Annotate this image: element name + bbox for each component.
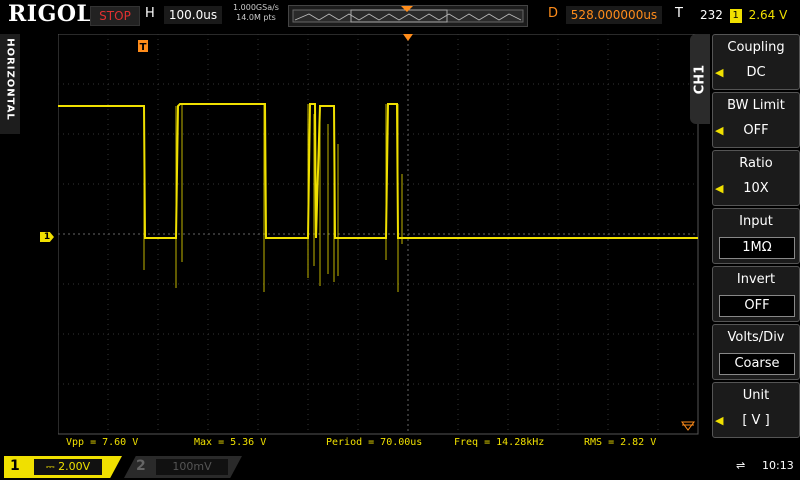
menu-bw-limit[interactable]: BW Limit ◀ OFF [712,92,800,148]
clock-time: 10:13 [762,459,794,472]
menu-input[interactable]: Input 1MΩ [712,208,800,264]
rigol-logo: RIGOL [8,1,93,27]
menu-input-title: Input [739,214,773,229]
memory-overview-graphic [292,6,524,23]
menu-unit[interactable]: Unit ◀ [ V ] [712,382,800,438]
memory-depth: 14.0M pts [236,13,276,22]
dc-coupling-icon: ⎓ [45,460,59,473]
measurement-freq[interactable]: Freq = 14.28kHz [454,437,544,448]
measurement-period[interactable]: Period = 70.00us [326,437,422,448]
ch1-ground-marker-label: 1 [43,232,51,242]
horizontal-tab-label: HORIZONTAL [4,38,16,121]
menu-coupling-title: Coupling [727,40,785,55]
menu-ratio-value: 10X [743,181,769,196]
horizontal-label: H [145,6,155,21]
menu-invert-value: OFF [719,295,795,317]
channel-menu: CH1 Coupling ◀ DC BW Limit ◀ OFF Ratio ◀… [690,34,800,442]
usb-icon: ⇌ [736,459,746,472]
acquisition-info: 1.000GSa/s 14.0M pts [228,3,284,23]
ch1-scale: ⎓ 2.00V [34,459,102,475]
memory-overview-strip [288,5,528,27]
ch1-ground-marker[interactable]: 1 [40,232,54,242]
trigger-t-marker: T [138,40,148,53]
ch2-scale: 100mV [156,459,228,475]
ch1-menu-tab[interactable]: CH1 [690,34,710,124]
ch2-status[interactable]: 2 100mV [124,456,242,478]
ch1-status[interactable]: 1 ⎓ 2.00V [4,456,122,478]
trigger-level: 2.64 V [748,8,788,22]
ch1-menu-tab-label: CH1 [692,64,708,95]
top-status-bar: RIGOL STOP H 100.0us 1.000GSa/s 14.0M pt… [0,0,800,30]
menu-invert-title: Invert [736,272,776,287]
ch1-scale-value: 2.00V [58,460,91,473]
menu-unit-value: [ V ] [742,413,770,428]
menu-coupling[interactable]: Coupling ◀ DC [712,34,800,90]
menu-input-value: 1MΩ [719,237,795,259]
trigger-count: 232 [700,8,723,22]
measurement-rms[interactable]: RMS = 2.82 V [584,437,656,448]
trigger-source-badge: 1 [729,8,742,23]
menu-volts-div-value: Coarse [719,353,795,375]
channel-status-bar: 1 ⎓ 2.00V 2 100mV ⇌ 10:13 [0,452,800,480]
trigger-label: T [675,6,683,21]
delay-label: D [548,6,559,21]
waveform-display[interactable]: T [57,33,700,436]
menu-unit-title: Unit [742,388,770,403]
menu-invert[interactable]: Invert OFF [712,266,800,322]
svg-text:T: T [140,42,147,53]
timebase-value[interactable]: 100.0us [164,6,222,24]
run-stop-status[interactable]: STOP [90,6,140,26]
waveform-grid-svg: T [57,33,699,435]
measurement-bar: Vpp = 7.60 V Max = 5.36 V Period = 70.00… [58,437,698,451]
sample-rate: 1.000GSa/s [233,3,279,12]
ch1-number: 1 [10,458,20,474]
measurement-vpp[interactable]: Vpp = 7.60 V [66,437,138,448]
menu-ratio[interactable]: Ratio ◀ 10X [712,150,800,206]
menu-volts-div[interactable]: Volts/Div Coarse [712,324,800,380]
menu-bw-limit-title: BW Limit [727,98,785,113]
trigger-info[interactable]: 232 1 2.64 V [700,6,787,24]
menu-bw-limit-value: OFF [743,123,769,138]
menu-ratio-title: Ratio [739,156,773,171]
measurement-max[interactable]: Max = 5.36 V [194,437,266,448]
menu-volts-div-title: Volts/Div [727,330,785,345]
horizontal-tab[interactable]: HORIZONTAL [0,34,20,134]
ch2-number: 2 [136,458,146,474]
delay-value[interactable]: 528.000000us [566,6,662,24]
menu-coupling-value: DC [746,65,766,80]
